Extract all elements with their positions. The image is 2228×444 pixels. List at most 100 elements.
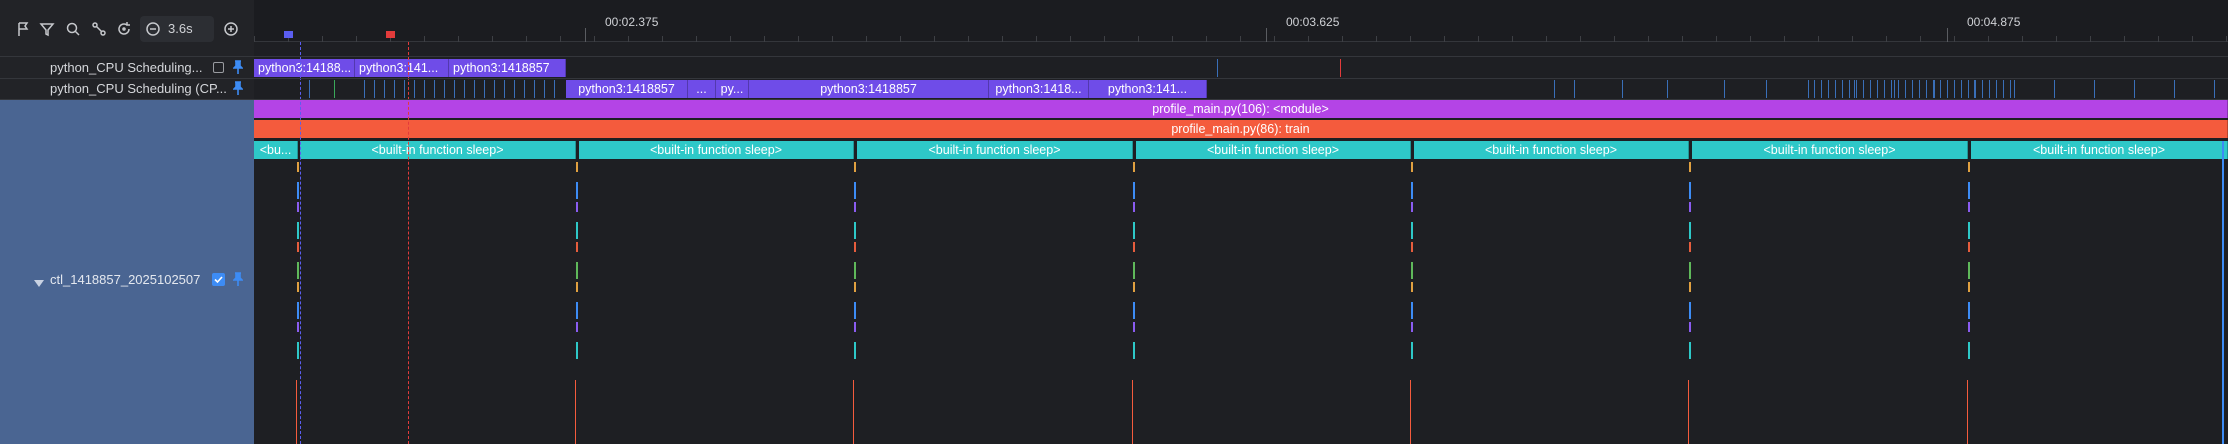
call-bar[interactable] xyxy=(1968,322,1970,332)
call-bar[interactable] xyxy=(1411,222,1413,239)
call-bar[interactable] xyxy=(1411,262,1413,279)
call-bar[interactable] xyxy=(297,182,299,199)
call-bar[interactable] xyxy=(854,302,856,319)
sleep-slice[interactable]: <built-in function sleep> xyxy=(1136,141,1411,159)
call-bar[interactable] xyxy=(854,182,856,199)
call-bar[interactable] xyxy=(297,282,299,292)
call-bar[interactable] xyxy=(1133,182,1135,199)
call-bar[interactable] xyxy=(1133,342,1135,359)
cpu-slice[interactable]: python3:1418857 xyxy=(449,59,566,77)
call-bar[interactable] xyxy=(1133,242,1135,252)
call-bar[interactable] xyxy=(297,302,299,319)
call-bar[interactable] xyxy=(576,182,578,199)
call-bar[interactable] xyxy=(854,262,856,279)
call-bar[interactable] xyxy=(1411,202,1413,212)
call-bar[interactable] xyxy=(1968,282,1970,292)
call-bar[interactable] xyxy=(1133,302,1135,319)
call-bar[interactable] xyxy=(576,262,578,279)
call-bar[interactable] xyxy=(297,242,299,252)
call-bar[interactable] xyxy=(576,162,578,172)
call-bar[interactable] xyxy=(297,322,299,332)
cpu-slice[interactable]: python3:1418857 xyxy=(566,80,688,98)
zoom-in-icon[interactable] xyxy=(220,18,242,40)
cpu-slice[interactable]: python3:14188... xyxy=(254,59,355,77)
sleep-slice[interactable]: <built-in function sleep> xyxy=(1692,141,1968,159)
train-slice[interactable]: profile_main.py(86): train xyxy=(254,120,2228,138)
cpu-slice[interactable]: python3:1418... xyxy=(989,80,1089,98)
call-bar[interactable] xyxy=(1411,282,1413,292)
call-bar[interactable] xyxy=(1411,322,1413,332)
sleep-slice[interactable]: <built-in function sleep> xyxy=(857,141,1133,159)
call-bar[interactable] xyxy=(297,222,299,239)
flag-icon[interactable] xyxy=(12,18,34,40)
call-bar[interactable] xyxy=(1689,222,1691,239)
checkbox-checked[interactable] xyxy=(212,273,225,286)
filter-icon[interactable] xyxy=(36,18,58,40)
call-bar[interactable] xyxy=(1968,242,1970,252)
call-bar[interactable] xyxy=(576,322,578,332)
call-bar[interactable] xyxy=(1689,302,1691,319)
track-row-cpu-scheduling-2[interactable]: python_CPU Scheduling (CP... xyxy=(0,80,254,98)
chevron-down-icon[interactable] xyxy=(34,275,44,287)
call-bar[interactable] xyxy=(576,202,578,212)
pin-icon[interactable] xyxy=(232,81,244,95)
call-bar[interactable] xyxy=(1411,302,1413,319)
call-bar[interactable] xyxy=(854,162,856,172)
call-bar[interactable] xyxy=(1689,182,1691,199)
module-slice[interactable]: profile_main.py(106): <module> xyxy=(254,100,2228,118)
call-bar[interactable] xyxy=(1411,342,1413,359)
call-bar[interactable] xyxy=(854,242,856,252)
call-bar[interactable] xyxy=(1133,282,1135,292)
call-bar[interactable] xyxy=(1411,162,1413,172)
call-bar[interactable] xyxy=(1968,182,1970,199)
track-row-thread-selected[interactable]: ctl_1418857_2025102507... xyxy=(0,100,254,444)
call-bar[interactable] xyxy=(297,262,299,279)
call-bar[interactable] xyxy=(1968,202,1970,212)
call-bar[interactable] xyxy=(297,202,299,212)
call-bar[interactable] xyxy=(297,342,299,359)
cpu-slice[interactable]: ... xyxy=(688,80,716,98)
cpu-slice[interactable]: python3:1418857 xyxy=(749,80,989,98)
reset-icon[interactable] xyxy=(113,18,135,40)
pin-icon[interactable] xyxy=(232,60,244,74)
call-bar[interactable] xyxy=(854,282,856,292)
cpu-slice[interactable]: python3:141... xyxy=(355,59,449,77)
sleep-slice[interactable]: <bu... xyxy=(254,141,298,159)
call-bar[interactable] xyxy=(1411,182,1413,199)
cpu-slice[interactable]: python3:141... xyxy=(1089,80,1207,98)
call-bar[interactable] xyxy=(576,242,578,252)
call-bar[interactable] xyxy=(1689,202,1691,212)
call-bar[interactable] xyxy=(576,282,578,292)
call-bar[interactable] xyxy=(1968,162,1970,172)
pin-icon[interactable] xyxy=(232,272,244,286)
call-bar[interactable] xyxy=(1689,262,1691,279)
call-bar[interactable] xyxy=(1689,322,1691,332)
call-bar[interactable] xyxy=(1968,222,1970,239)
sleep-slice[interactable]: <built-in function sleep> xyxy=(300,141,576,159)
sleep-slice[interactable]: <built-in function sleep> xyxy=(579,141,854,159)
scrollbar[interactable] xyxy=(2222,141,2224,444)
sleep-slice[interactable]: <built-in function sleep> xyxy=(1414,141,1689,159)
call-bar[interactable] xyxy=(1411,242,1413,252)
checkbox[interactable] xyxy=(213,62,224,73)
zoom-out-icon[interactable] xyxy=(142,18,164,40)
call-bar[interactable] xyxy=(854,202,856,212)
link-icon[interactable] xyxy=(88,18,110,40)
call-bar[interactable] xyxy=(576,342,578,359)
call-bar[interactable] xyxy=(1968,262,1970,279)
call-bar[interactable] xyxy=(1133,322,1135,332)
call-bar[interactable] xyxy=(1133,222,1135,239)
call-bar[interactable] xyxy=(1968,302,1970,319)
call-bar[interactable] xyxy=(297,162,299,172)
call-bar[interactable] xyxy=(1133,162,1135,172)
call-bar[interactable] xyxy=(854,222,856,239)
track-row-cpu-scheduling-1[interactable]: python_CPU Scheduling... xyxy=(0,59,254,77)
call-bar[interactable] xyxy=(1689,162,1691,172)
search-icon[interactable] xyxy=(62,18,84,40)
call-bar[interactable] xyxy=(854,322,856,332)
call-bar[interactable] xyxy=(1968,342,1970,359)
call-bar[interactable] xyxy=(576,302,578,319)
call-bar[interactable] xyxy=(1689,282,1691,292)
cpu-slice[interactable]: py... xyxy=(716,80,749,98)
call-bar[interactable] xyxy=(1689,242,1691,252)
